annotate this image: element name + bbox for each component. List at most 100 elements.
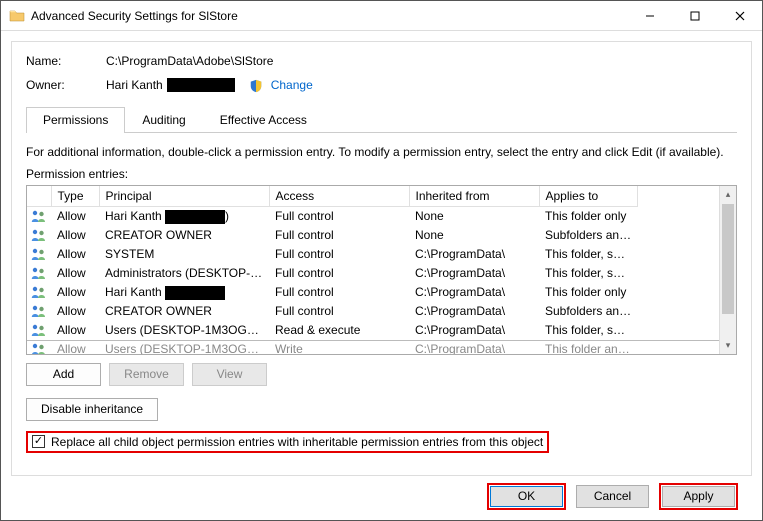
table-row[interactable]: AllowCREATOR OWNERFull controlC:\Program…	[27, 302, 736, 321]
cell-inherited: C:\ProgramData\	[409, 245, 539, 264]
cell-inherited: None	[409, 206, 539, 225]
name-value: C:\ProgramData\Adobe\SlStore	[106, 54, 273, 68]
minimize-button[interactable]	[627, 1, 672, 30]
cell-inherited: C:\ProgramData\	[409, 302, 539, 321]
cancel-button[interactable]: Cancel	[576, 485, 649, 508]
checkbox-icon[interactable]: ✓	[32, 435, 45, 448]
table-row[interactable]: AllowUsers (DESKTOP-1M3OG80\U...Read & e…	[27, 321, 736, 340]
cell-inherited: None	[409, 226, 539, 245]
header-principal[interactable]: Principal	[99, 186, 269, 207]
window-title: Advanced Security Settings for SlStore	[31, 9, 627, 23]
cell-principal: Users (DESKTOP-1M3OG80\U...	[99, 321, 269, 340]
tab-permissions[interactable]: Permissions	[26, 107, 125, 133]
cell-principal: Administrators (DESKTOP-1...	[99, 264, 269, 283]
table-row[interactable]: AllowAdministrators (DESKTOP-1...Full co…	[27, 264, 736, 283]
table-header-row: Type Principal Access Inherited from App…	[27, 186, 736, 207]
scroll-down-icon[interactable]: ▾	[720, 337, 736, 354]
header-access[interactable]: Access	[269, 186, 409, 207]
owner-redacted	[167, 78, 235, 92]
cell-principal: Hari Kanth	[99, 283, 269, 302]
change-owner-link[interactable]: Change	[271, 78, 313, 92]
cell-inherited: C:\ProgramData\	[409, 321, 539, 340]
add-button[interactable]: Add	[26, 363, 101, 386]
shield-icon	[249, 78, 263, 93]
cell-principal: SYSTEM	[99, 245, 269, 264]
replace-checkbox-label: Replace all child object permission entr…	[51, 435, 543, 449]
user-icon	[27, 245, 51, 264]
table-row[interactable]: AllowHari Kanth Full controlC:\ProgramDa…	[27, 283, 736, 302]
table-scrollbar[interactable]: ▴ ▾	[719, 186, 736, 354]
user-icon	[27, 321, 51, 340]
cell-principal: Hari Kanth )	[99, 206, 269, 225]
titlebar: Advanced Security Settings for SlStore	[1, 1, 762, 31]
cell-applies: This folder, subfolders and files	[539, 245, 638, 264]
cell-type: Allow	[51, 264, 99, 283]
entries-label: Permission entries:	[26, 167, 737, 181]
cell-type: Allow	[51, 245, 99, 264]
cell-access: Full control	[269, 264, 409, 283]
user-icon	[27, 302, 51, 321]
cell-access: Read & execute	[269, 321, 409, 340]
cell-inherited: C:\ProgramData\	[409, 283, 539, 302]
cell-access: Write	[269, 340, 409, 354]
owner-name: Hari Kanth	[106, 78, 163, 92]
cell-access: Full control	[269, 283, 409, 302]
remove-button: Remove	[109, 363, 184, 386]
apply-highlight: Apply	[659, 483, 738, 510]
replace-checkbox-row[interactable]: ✓ Replace all child object permission en…	[26, 431, 549, 453]
cell-access: Full control	[269, 245, 409, 264]
cell-type: Allow	[51, 321, 99, 340]
name-label: Name:	[26, 54, 106, 68]
view-button: View	[192, 363, 267, 386]
owner-value: Hari Kanth Change	[106, 78, 313, 93]
cell-applies: This folder only	[539, 206, 638, 225]
apply-button[interactable]: Apply	[662, 486, 735, 507]
table-row[interactable]: AllowUsers (DESKTOP-1M3OG80\U...WriteC:\…	[27, 340, 736, 354]
description-text: For additional information, double-click…	[26, 145, 737, 159]
scroll-up-icon[interactable]: ▴	[720, 186, 736, 203]
table-row[interactable]: AllowCREATOR OWNERFull controlNoneSubfol…	[27, 226, 736, 245]
cell-principal: CREATOR OWNER	[99, 226, 269, 245]
header-icon[interactable]	[27, 186, 51, 207]
ok-button[interactable]: OK	[490, 486, 563, 507]
maximize-button[interactable]	[672, 1, 717, 30]
cell-type: Allow	[51, 340, 99, 354]
cell-applies: This folder, subfolders and files	[539, 264, 638, 283]
inheritance-row: Disable inheritance	[26, 398, 737, 421]
user-icon	[27, 226, 51, 245]
table-row[interactable]: AllowSYSTEMFull controlC:\ProgramData\Th…	[27, 245, 736, 264]
cell-access: Full control	[269, 302, 409, 321]
cell-applies: Subfolders and files only	[539, 226, 638, 245]
cell-access: Full control	[269, 206, 409, 225]
tab-auditing[interactable]: Auditing	[125, 107, 202, 133]
tab-effective-access[interactable]: Effective Access	[203, 107, 324, 133]
close-button[interactable]	[717, 1, 762, 30]
disable-inheritance-button[interactable]: Disable inheritance	[26, 398, 158, 421]
cell-principal: CREATOR OWNER	[99, 302, 269, 321]
cell-applies: This folder, subfolders and files	[539, 321, 638, 340]
owner-label: Owner:	[26, 78, 106, 92]
cell-principal: Users (DESKTOP-1M3OG80\U...	[99, 340, 269, 354]
window-controls	[627, 1, 762, 30]
owner-row: Owner: Hari Kanth Change	[26, 78, 737, 93]
user-icon	[27, 340, 51, 354]
footer-buttons: OK Cancel Apply	[11, 476, 752, 516]
cell-applies: Subfolders and files only	[539, 302, 638, 321]
user-icon	[27, 264, 51, 283]
table-row[interactable]: AllowHari Kanth )Full controlNoneThis fo…	[27, 206, 736, 225]
header-type[interactable]: Type	[51, 186, 99, 207]
ok-highlight: OK	[487, 483, 566, 510]
header-applies[interactable]: Applies to	[539, 186, 638, 207]
name-row: Name: C:\ProgramData\Adobe\SlStore	[26, 54, 737, 68]
cell-type: Allow	[51, 283, 99, 302]
header-inherited[interactable]: Inherited from	[409, 186, 539, 207]
permission-table: Type Principal Access Inherited from App…	[26, 185, 737, 355]
entry-buttons: Add Remove View	[26, 363, 737, 386]
scroll-thumb[interactable]	[722, 204, 734, 314]
cell-type: Allow	[51, 226, 99, 245]
cell-applies: This folder only	[539, 283, 638, 302]
cell-inherited: C:\ProgramData\	[409, 264, 539, 283]
folder-icon	[9, 8, 25, 24]
cell-applies: This folder and subfolders	[539, 340, 638, 354]
cell-inherited: C:\ProgramData\	[409, 340, 539, 354]
